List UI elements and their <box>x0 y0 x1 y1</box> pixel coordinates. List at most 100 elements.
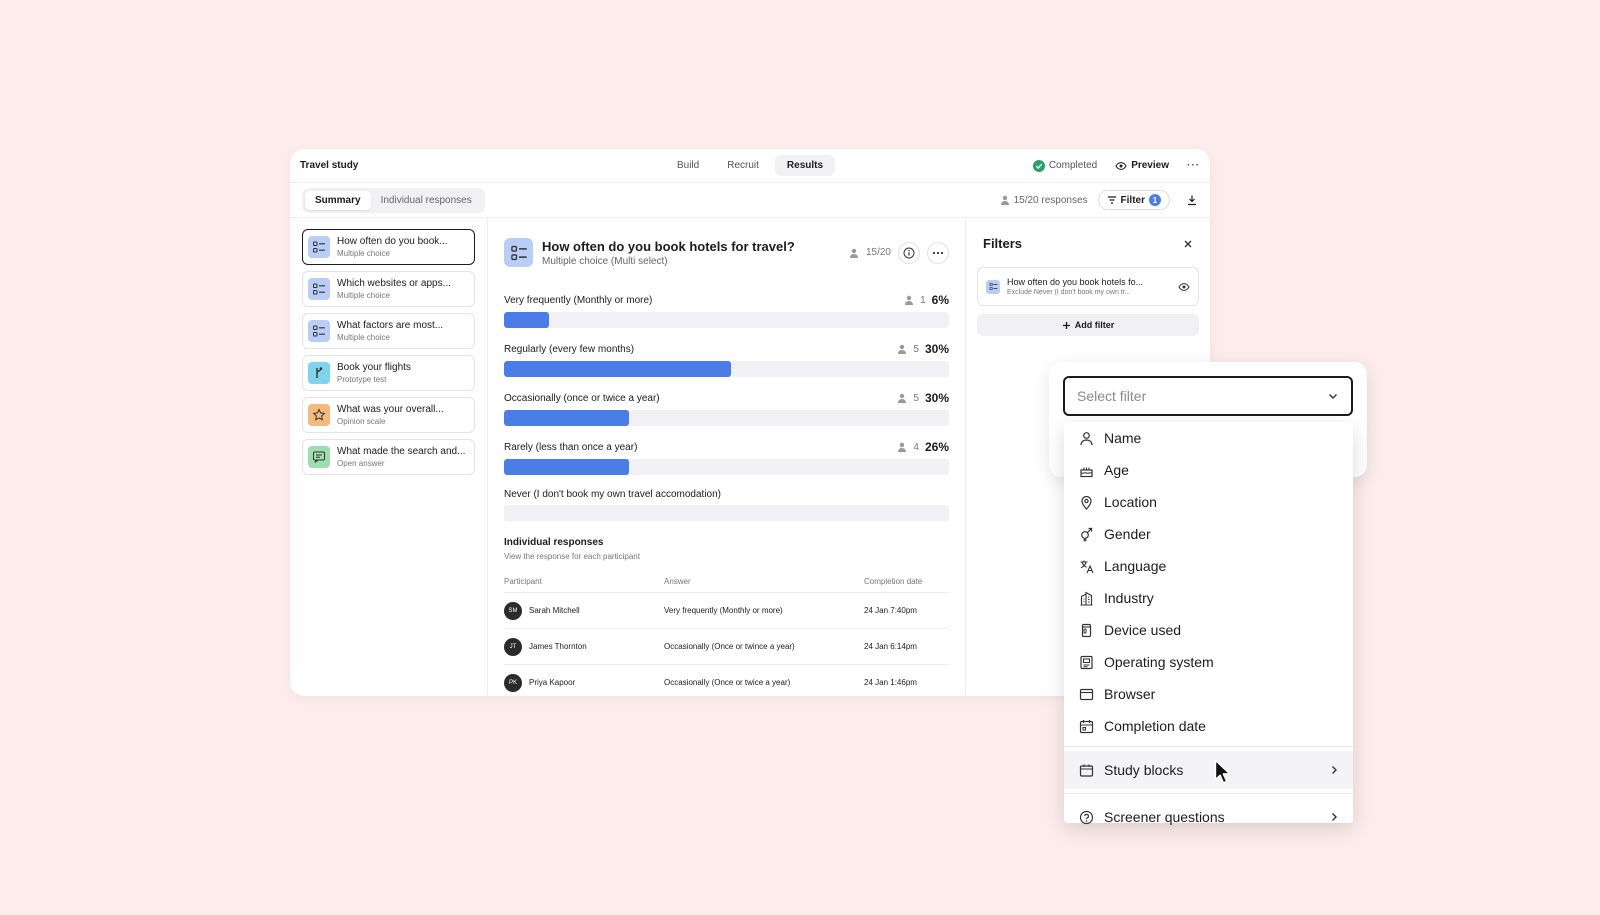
person-icon <box>1078 430 1094 446</box>
option-count: 5 <box>913 392 919 404</box>
answer-options: Very frequently (Monthly or more) 1 6% Re… <box>504 293 949 521</box>
info-icon <box>903 247 915 258</box>
menu-item-operating-system[interactable]: Operating system <box>1064 646 1353 678</box>
menu-item-study-blocks[interactable]: Study blocks <box>1064 751 1353 789</box>
menu-item-label: Gender <box>1104 526 1151 542</box>
sidebar-item-title: Which websites or apps... <box>337 278 451 289</box>
option-percentage: 6% <box>931 293 949 307</box>
study-title: Travel study <box>300 160 359 171</box>
location-pin-icon <box>1078 494 1094 510</box>
filter-label: Filter <box>1120 194 1145 206</box>
menu-divider <box>1064 793 1353 794</box>
chevron-right-icon <box>1332 766 1337 774</box>
active-filter-card[interactable]: How often do you book hotels fo... Exclu… <box>977 267 1199 306</box>
menu-item-label: Location <box>1104 494 1157 510</box>
sidebar-item-question-5[interactable]: What was your overall... Opinion scale <box>302 397 475 433</box>
info-button[interactable] <box>898 241 920 264</box>
table-row[interactable]: SM Sarah Mitchell Very frequently (Monthl… <box>504 593 949 629</box>
column-header: Answer <box>664 577 691 586</box>
menu-item-industry[interactable]: Industry <box>1064 582 1353 614</box>
add-filter-label: Add filter <box>1074 320 1115 330</box>
menu-item-label: Name <box>1104 430 1142 446</box>
sidebar-item-type: Open answer <box>337 459 385 468</box>
responses-table: Participant Answer Completion date SM Sar… <box>504 577 949 696</box>
tab-build[interactable]: Build <box>665 155 711 176</box>
participant-name: Sarah Mitchell <box>529 606 580 615</box>
option-label: Regularly (every few months) <box>504 343 635 355</box>
blocks-icon <box>1078 762 1094 778</box>
table-row[interactable]: JT James Thornton Occasionally (Once or t… <box>504 629 949 665</box>
list-icon <box>986 279 1000 294</box>
table-row[interactable]: PK Priya Kapoor Occasionally (Once or twi… <box>504 665 949 696</box>
menu-item-age[interactable]: Age <box>1064 454 1353 486</box>
mouse-cursor-icon <box>1214 759 1231 784</box>
toggle-visibility-button[interactable] <box>1178 281 1190 293</box>
option-bar <box>504 312 949 328</box>
option-percentage: 26% <box>924 440 949 454</box>
menu-item-device-used[interactable]: Device used <box>1064 614 1353 646</box>
sidebar-item-title: What was your overall... <box>337 404 444 415</box>
list-icon <box>308 320 330 342</box>
sidebar-item-question-3[interactable]: What factors are most... Multiple choice <box>302 313 475 349</box>
option-label: Occasionally (once or twice a year) <box>504 392 660 404</box>
select-filter-dropdown[interactable]: Select filter <box>1063 376 1353 416</box>
top-actions: Completed Preview ··· <box>1032 159 1200 172</box>
sidebar-item-title: What made the search and... <box>337 446 466 457</box>
menu-item-location[interactable]: Location <box>1064 486 1353 518</box>
menu-item-language[interactable]: Language <box>1064 550 1353 582</box>
tab-summary[interactable]: Summary <box>305 190 371 210</box>
sidebar-item-question-2[interactable]: Which websites or apps... Multiple choice <box>302 271 475 307</box>
preview-button[interactable]: Preview <box>1115 160 1169 172</box>
menu-item-label: Browser <box>1104 686 1156 702</box>
responses-label: 15/20 responses <box>1013 194 1088 206</box>
menu-item-screener-questions[interactable]: Screener questions <box>1064 798 1353 836</box>
option-label: Rarely (less than once a year) <box>504 441 638 453</box>
download-button[interactable] <box>1186 194 1198 206</box>
list-icon <box>308 278 330 300</box>
avatar: SM <box>504 601 522 620</box>
option-bar-fill <box>504 361 731 377</box>
option-label: Never (I don't book my own travel accomo… <box>504 489 722 500</box>
tab-recruit[interactable]: Recruit <box>715 155 771 176</box>
menu-item-gender[interactable]: Gender <box>1064 518 1353 550</box>
tab-results[interactable]: Results <box>774 155 836 176</box>
sidebar-item-question-4[interactable]: Book your flights Prototype test <box>302 355 475 391</box>
question-actions: 15/20 <box>849 241 949 264</box>
eye-icon <box>1115 161 1127 170</box>
option-bar-fill <box>504 410 629 426</box>
close-filters-button[interactable] <box>1183 239 1193 249</box>
option-count: 4 <box>913 441 919 453</box>
menu-divider <box>1064 746 1353 747</box>
person-icon <box>898 344 907 354</box>
sidebar-item-type: Multiple choice <box>337 333 390 342</box>
question-more-button[interactable] <box>927 241 949 264</box>
menu-item-browser[interactable]: Browser <box>1064 678 1353 710</box>
status-label: Completed <box>1048 160 1098 171</box>
add-filter-button[interactable]: Add filter <box>977 314 1199 336</box>
sidebar-item-question-6[interactable]: What made the search and... Open answer <box>302 439 475 475</box>
more-options-button[interactable]: ··· <box>1187 160 1200 171</box>
menu-item-name[interactable]: Name <box>1064 422 1353 454</box>
person-icon <box>898 393 907 403</box>
sidebar-item-type: Opinion scale <box>337 417 386 426</box>
participant-name: Priya Kapoor <box>529 678 576 687</box>
star-icon <box>308 404 330 426</box>
option-label: Very frequently (Monthly or more) <box>504 294 653 306</box>
filter-button[interactable]: Filter 1 <box>1097 190 1170 210</box>
answer-cell: Very frequently (Monthly or more) <box>664 606 783 615</box>
answer-option: Occasionally (once or twice a year) 5 30% <box>504 391 949 426</box>
tab-individual-responses[interactable]: Individual responses <box>371 191 482 210</box>
answer-cell: Occasionally (Once or twince a year) <box>664 642 795 651</box>
cake-icon <box>1078 462 1094 478</box>
option-percentage: 30% <box>924 342 949 356</box>
person-icon <box>1000 195 1009 205</box>
download-icon <box>1188 195 1196 206</box>
answer-cell: Occasionally (Once or twice a year) <box>664 678 791 687</box>
list-icon <box>308 236 330 258</box>
menu-item-completion-date[interactable]: Completion date <box>1064 710 1353 742</box>
sidebar-item-question-1[interactable]: How often do you book... Multiple choice <box>302 229 475 265</box>
option-bar <box>504 505 949 521</box>
more-icon <box>932 251 944 254</box>
responses-count: 15/20 responses <box>1000 195 1088 206</box>
building-icon <box>1078 590 1094 606</box>
